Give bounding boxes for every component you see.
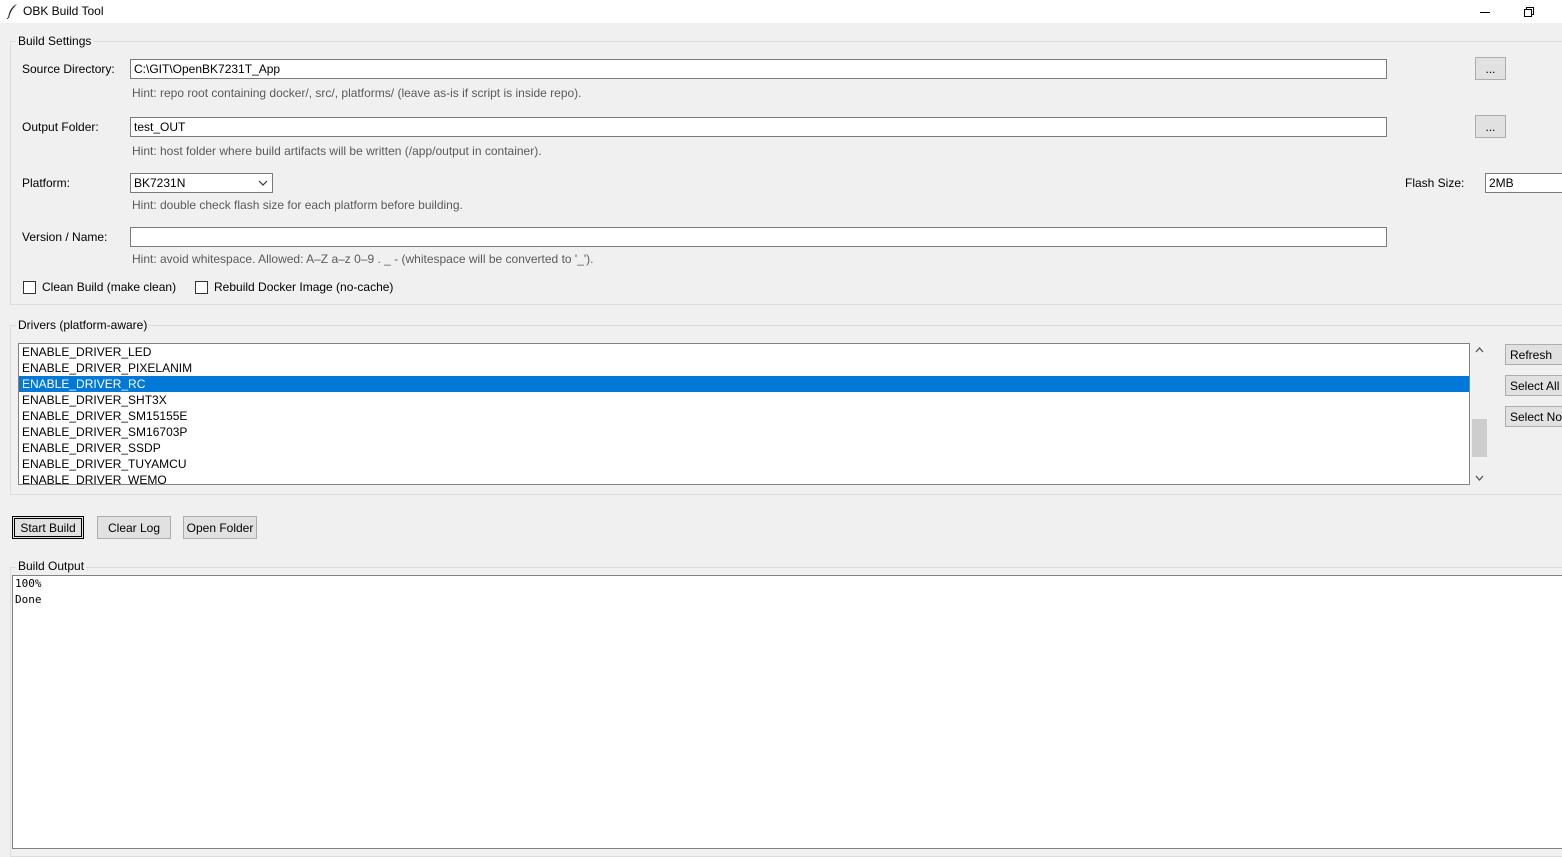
list-item[interactable]: ENABLE_DRIVER_SHT3X xyxy=(19,392,1469,408)
source-directory-browse-button[interactable]: ... xyxy=(1475,57,1506,80)
list-item[interactable]: ENABLE_DRIVER_SM16703P xyxy=(19,424,1469,440)
list-item[interactable]: ENABLE_DRIVER_WEMO xyxy=(19,472,1469,484)
rebuild-docker-checkbox[interactable]: Rebuild Docker Image (no-cache) xyxy=(195,280,393,294)
drivers-scrollbar[interactable] xyxy=(1471,343,1488,485)
title-bar: OBK Build Tool xyxy=(0,0,1562,23)
version-name-input[interactable] xyxy=(130,227,1387,247)
log-line: 100% xyxy=(15,577,42,590)
select-all-button[interactable]: Select All xyxy=(1505,375,1562,396)
build-settings-label: Build Settings xyxy=(16,34,94,48)
clean-build-checkbox[interactable]: Clean Build (make clean) xyxy=(23,280,176,294)
flash-size-input[interactable] xyxy=(1485,173,1562,193)
version-name-hint: Hint: avoid whitespace. Allowed: A–Z a–z… xyxy=(132,252,594,266)
clean-build-label: Clean Build (make clean) xyxy=(42,280,177,294)
window-title: OBK Build Tool xyxy=(23,4,104,18)
chevron-up-icon[interactable] xyxy=(1475,347,1484,353)
flash-size-label: Flash Size: xyxy=(1405,176,1465,190)
minimize-button[interactable] xyxy=(1463,0,1507,23)
platform-value: BK7231N xyxy=(134,176,186,190)
drivers-listbox[interactable]: ENABLE_DRIVER_LED ENABLE_DRIVER_PIXELANI… xyxy=(18,343,1470,485)
clear-log-button[interactable]: Clear Log xyxy=(97,516,171,539)
list-item[interactable]: ENABLE_DRIVER_SM15155E xyxy=(19,408,1469,424)
list-item-selected[interactable]: ENABLE_DRIVER_RC xyxy=(19,376,1469,392)
checkbox-box xyxy=(195,280,208,294)
chevron-down-icon[interactable] xyxy=(1475,475,1484,481)
start-build-button[interactable]: Start Build xyxy=(12,516,84,539)
open-folder-button[interactable]: Open Folder xyxy=(183,516,257,539)
version-name-label: Version / Name: xyxy=(22,230,108,244)
chevron-down-icon xyxy=(258,180,268,186)
platform-select[interactable]: BK7231N xyxy=(130,173,273,193)
restore-button[interactable] xyxy=(1507,0,1551,23)
platform-label: Platform: xyxy=(22,176,71,190)
build-output-label: Build Output xyxy=(16,559,87,573)
restore-icon xyxy=(1524,6,1534,17)
refresh-button[interactable]: Refresh xyxy=(1505,344,1562,365)
drivers-label: Drivers (platform-aware) xyxy=(16,318,150,332)
source-directory-hint: Hint: repo root containing docker/, src/… xyxy=(132,86,582,100)
minimize-icon xyxy=(1480,11,1490,13)
checkbox-box xyxy=(23,280,36,294)
build-log-textarea[interactable]: 100% Done xyxy=(12,575,1562,849)
list-item[interactable]: ENABLE_DRIVER_TUYAMCU xyxy=(19,456,1469,472)
source-directory-input[interactable] xyxy=(130,59,1387,79)
platform-hint: Hint: double check flash size for each p… xyxy=(132,198,463,212)
output-folder-hint: Hint: host folder where build artifacts … xyxy=(132,144,542,158)
scrollbar-thumb[interactable] xyxy=(1472,419,1487,457)
select-none-button[interactable]: Select None xyxy=(1505,406,1562,427)
list-item[interactable]: ENABLE_DRIVER_PIXELANIM xyxy=(19,360,1469,376)
list-item[interactable]: ENABLE_DRIVER_LED xyxy=(19,344,1469,360)
rebuild-docker-label: Rebuild Docker Image (no-cache) xyxy=(214,280,394,294)
output-folder-input[interactable] xyxy=(130,117,1387,137)
feather-icon xyxy=(6,3,18,20)
source-directory-label: Source Directory: xyxy=(22,62,115,76)
output-folder-browse-button[interactable]: ... xyxy=(1475,115,1506,138)
list-item[interactable]: ENABLE_DRIVER_SSDP xyxy=(19,440,1469,456)
log-line: Done xyxy=(15,593,42,606)
output-folder-label: Output Folder: xyxy=(22,120,99,134)
